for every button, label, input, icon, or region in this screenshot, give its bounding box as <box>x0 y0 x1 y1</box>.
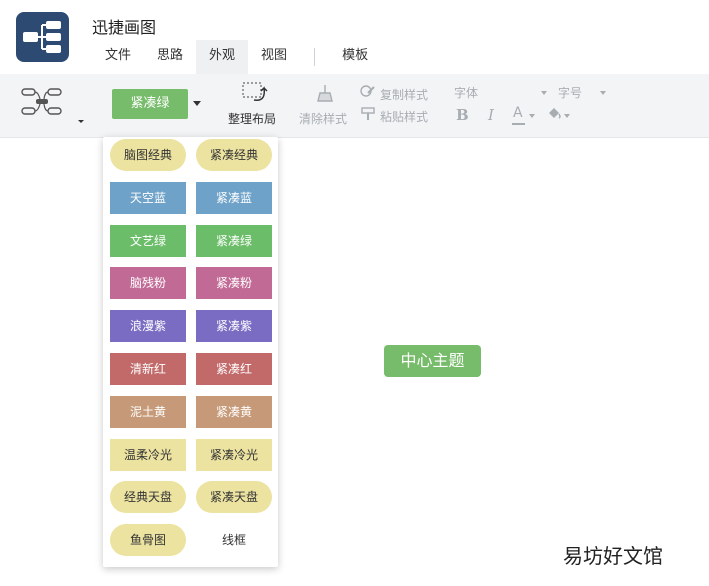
theme-swatch[interactable]: 紧凑冷光 <box>196 438 272 471</box>
size-chevron-down-icon[interactable] <box>600 91 606 95</box>
watermark: 易坊好文馆 <box>563 544 663 568</box>
theme-dropdown-panel: 脑图经典 紧凑经典 天空蓝 紧凑蓝 文艺绿 紧凑绿 脑残粉 紧凑粉 浪漫紫 紧凑紫 清新红 紧凑红 泥土… <box>103 137 278 567</box>
font-family-select[interactable]: 字体 <box>454 84 478 101</box>
theme-swatch[interactable]: 紧凑红 <box>196 353 272 385</box>
menu-divider <box>314 48 316 66</box>
mindmap-logo-icon <box>23 21 61 53</box>
theme-swatch[interactable]: 紧凑紫 <box>196 310 272 343</box>
font-color-button[interactable]: A <box>513 105 523 121</box>
fill-color-chevron-down-icon[interactable] <box>564 114 570 118</box>
copy-style-button[interactable]: 复制样式 <box>380 86 428 103</box>
theme-swatch[interactable]: 经典天盘 <box>110 481 186 514</box>
theme-swatch[interactable]: 线框 <box>196 524 272 557</box>
theme-swatch[interactable]: 清新红 <box>110 353 186 385</box>
clear-style-icon[interactable] <box>314 83 336 109</box>
theme-swatch[interactable]: 浪漫紫 <box>110 310 186 343</box>
font-chevron-down-icon[interactable] <box>541 91 547 95</box>
theme-swatch[interactable]: 紧凑绿 <box>196 224 272 257</box>
theme-swatch[interactable]: 脑图经典 <box>110 139 186 171</box>
central-topic-node[interactable]: 中心主题 <box>384 345 481 377</box>
toolbar <box>0 74 709 138</box>
app-logo <box>16 12 69 62</box>
tidy-layout-icon[interactable] <box>240 80 270 110</box>
theme-swatch[interactable]: 泥土黄 <box>110 395 186 428</box>
font-color-chevron-down-icon[interactable] <box>529 114 535 118</box>
tidy-layout-button[interactable]: 整理布局 <box>228 110 276 127</box>
theme-swatch[interactable]: 紧凑黄 <box>196 395 272 428</box>
structure-icon <box>21 88 84 123</box>
menu-templates[interactable]: 模板 <box>329 40 381 74</box>
menu-file[interactable]: 文件 <box>92 40 144 74</box>
theme-select[interactable]: 紧凑绿 <box>112 89 188 119</box>
fill-color-icon[interactable] <box>546 106 562 124</box>
app-title: 迅捷画图 <box>92 18 157 37</box>
bold-button[interactable]: B <box>456 106 469 124</box>
menu-appearance[interactable]: 外观 <box>196 40 249 74</box>
theme-swatch[interactable]: 温柔冷光 <box>110 438 186 471</box>
font-size-select[interactable]: 字号 <box>558 84 582 101</box>
theme-swatch[interactable]: 脑残粉 <box>110 267 186 300</box>
paste-style-button[interactable]: 粘贴样式 <box>380 108 428 125</box>
theme-swatch[interactable]: 紧凑天盘 <box>196 481 272 514</box>
menu-view[interactable]: 视图 <box>248 40 300 74</box>
menu-ideas[interactable]: 思路 <box>144 40 196 74</box>
menu-bar: 文件 思路 外观 视图 模板 <box>92 40 381 74</box>
italic-button[interactable]: I <box>488 106 494 124</box>
structure-button[interactable] <box>18 82 84 128</box>
chevron-down-icon[interactable] <box>193 101 201 106</box>
theme-swatch[interactable]: 紧凑粉 <box>196 267 272 300</box>
theme-swatch[interactable]: 紧凑蓝 <box>196 181 272 214</box>
theme-swatch[interactable]: 文艺绿 <box>110 224 186 257</box>
paste-style-icon[interactable] <box>360 107 376 125</box>
clear-style-button[interactable]: 清除样式 <box>299 110 347 127</box>
theme-swatch[interactable]: 紧凑经典 <box>196 139 272 171</box>
font-color-bar <box>512 123 525 125</box>
theme-swatch[interactable]: 鱼骨图 <box>110 524 186 557</box>
theme-swatch[interactable]: 天空蓝 <box>110 181 186 214</box>
copy-style-icon[interactable] <box>360 84 376 102</box>
